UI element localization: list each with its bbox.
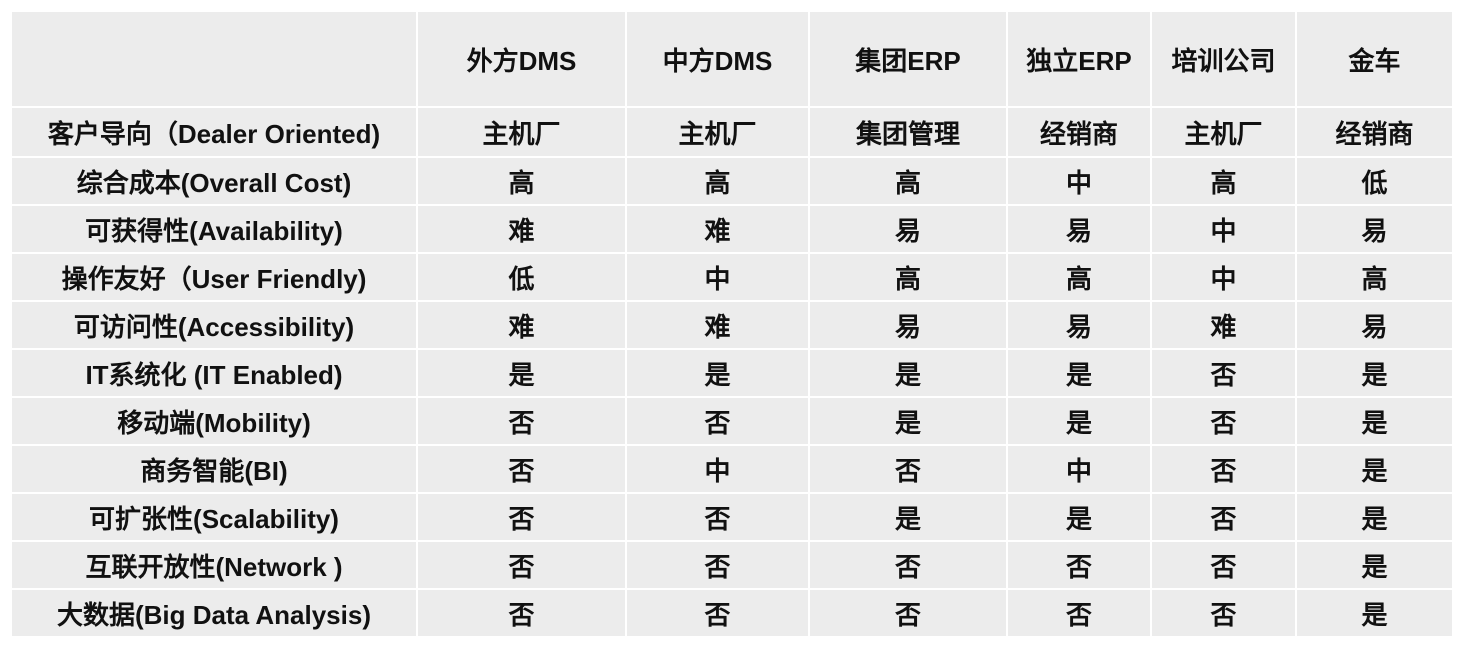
table-cell: 否 xyxy=(1008,542,1152,590)
table-cell: 否 xyxy=(1152,350,1297,398)
column-header: 外方DMS xyxy=(418,12,627,108)
table-cell: 否 xyxy=(418,446,627,494)
table-cell: 易 xyxy=(1008,206,1152,254)
table-cell: 难 xyxy=(1152,302,1297,350)
row-label: 综合成本(Overall Cost) xyxy=(12,158,418,206)
table-cell: 否 xyxy=(810,446,1008,494)
table-cell: 易 xyxy=(1297,302,1454,350)
table-cell: 是 xyxy=(1297,350,1454,398)
row-label: 操作友好（User Friendly) xyxy=(12,254,418,302)
table-cell: 高 xyxy=(627,158,810,206)
table-row: 客户导向（Dealer Oriented) 主机厂 主机厂 集团管理 经销商 主… xyxy=(12,108,1454,158)
table-cell: 经销商 xyxy=(1297,108,1454,158)
table-cell: 易 xyxy=(1008,302,1152,350)
table-row: 大数据(Big Data Analysis) 否 否 否 否 否 是 xyxy=(12,590,1454,638)
table-cell: 是 xyxy=(810,350,1008,398)
table-row: 商务智能(BI) 否 中 否 中 否 是 xyxy=(12,446,1454,494)
table-cell: 是 xyxy=(1297,446,1454,494)
table-cell: 是 xyxy=(810,398,1008,446)
table-row: 综合成本(Overall Cost) 高 高 高 中 高 低 xyxy=(12,158,1454,206)
column-header: 集团ERP xyxy=(810,12,1008,108)
table-row: 移动端(Mobility) 否 否 是 是 否 是 xyxy=(12,398,1454,446)
table-cell: 集团管理 xyxy=(810,108,1008,158)
row-label: 商务智能(BI) xyxy=(12,446,418,494)
row-label: 移动端(Mobility) xyxy=(12,398,418,446)
table-cell: 低 xyxy=(418,254,627,302)
table-cell: 主机厂 xyxy=(627,108,810,158)
row-label: 大数据(Big Data Analysis) xyxy=(12,590,418,638)
table-cell: 是 xyxy=(1297,494,1454,542)
table-cell: 是 xyxy=(810,494,1008,542)
table-row: 互联开放性(Network ) 否 否 否 否 否 是 xyxy=(12,542,1454,590)
table-cell: 否 xyxy=(1152,494,1297,542)
table-cell: 中 xyxy=(1008,158,1152,206)
comparison-table-container: 外方DMS 中方DMS 集团ERP 独立ERP 培训公司 金车 客户导向（Dea… xyxy=(12,12,1454,638)
header-corner xyxy=(12,12,418,108)
table-cell: 否 xyxy=(418,590,627,638)
table-cell: 高 xyxy=(1008,254,1152,302)
row-label: 可获得性(Availability) xyxy=(12,206,418,254)
table-cell: 否 xyxy=(627,590,810,638)
table-cell: 中 xyxy=(1152,206,1297,254)
table-cell: 是 xyxy=(418,350,627,398)
table-cell: 否 xyxy=(810,542,1008,590)
table-cell: 是 xyxy=(1008,494,1152,542)
table-cell: 是 xyxy=(1008,350,1152,398)
table-cell: 易 xyxy=(810,302,1008,350)
table-row: IT系统化 (IT Enabled) 是 是 是 是 否 是 xyxy=(12,350,1454,398)
table-cell: 否 xyxy=(418,494,627,542)
header-row: 外方DMS 中方DMS 集团ERP 独立ERP 培训公司 金车 xyxy=(12,12,1454,108)
row-label: 可访问性(Accessibility) xyxy=(12,302,418,350)
table-cell: 易 xyxy=(1297,206,1454,254)
row-label: IT系统化 (IT Enabled) xyxy=(12,350,418,398)
table-cell: 主机厂 xyxy=(418,108,627,158)
table-cell: 否 xyxy=(627,542,810,590)
table-cell: 否 xyxy=(418,398,627,446)
table-cell: 否 xyxy=(627,398,810,446)
table-cell: 否 xyxy=(1152,590,1297,638)
table-cell: 难 xyxy=(418,206,627,254)
table-cell: 高 xyxy=(418,158,627,206)
row-label: 互联开放性(Network ) xyxy=(12,542,418,590)
table-cell: 经销商 xyxy=(1008,108,1152,158)
table-cell: 否 xyxy=(1152,542,1297,590)
table-row: 操作友好（User Friendly) 低 中 高 高 中 高 xyxy=(12,254,1454,302)
row-label: 客户导向（Dealer Oriented) xyxy=(12,108,418,158)
table-cell: 否 xyxy=(1008,590,1152,638)
table-row: 可获得性(Availability) 难 难 易 易 中 易 xyxy=(12,206,1454,254)
column-header: 中方DMS xyxy=(627,12,810,108)
table-cell: 主机厂 xyxy=(1152,108,1297,158)
table-cell: 否 xyxy=(627,494,810,542)
row-label: 可扩张性(Scalability) xyxy=(12,494,418,542)
table-cell: 中 xyxy=(627,446,810,494)
table-cell: 是 xyxy=(1297,542,1454,590)
table-cell: 是 xyxy=(1297,590,1454,638)
table-cell: 高 xyxy=(810,254,1008,302)
column-header: 金车 xyxy=(1297,12,1454,108)
table-cell: 否 xyxy=(418,542,627,590)
table-cell: 难 xyxy=(627,206,810,254)
table-cell: 是 xyxy=(1008,398,1152,446)
column-header: 培训公司 xyxy=(1152,12,1297,108)
table-cell: 否 xyxy=(1152,398,1297,446)
table-row: 可扩张性(Scalability) 否 否 是 是 否 是 xyxy=(12,494,1454,542)
table-cell: 是 xyxy=(627,350,810,398)
table-cell: 低 xyxy=(1297,158,1454,206)
table-cell: 中 xyxy=(1008,446,1152,494)
table-cell: 高 xyxy=(1297,254,1454,302)
table-cell: 难 xyxy=(418,302,627,350)
column-header: 独立ERP xyxy=(1008,12,1152,108)
table-cell: 否 xyxy=(1152,446,1297,494)
table-row: 可访问性(Accessibility) 难 难 易 易 难 易 xyxy=(12,302,1454,350)
table-cell: 难 xyxy=(627,302,810,350)
comparison-table: 外方DMS 中方DMS 集团ERP 独立ERP 培训公司 金车 客户导向（Dea… xyxy=(12,12,1454,638)
table-cell: 高 xyxy=(1152,158,1297,206)
table-cell: 是 xyxy=(1297,398,1454,446)
table-cell: 易 xyxy=(810,206,1008,254)
table-cell: 中 xyxy=(627,254,810,302)
table-cell: 否 xyxy=(810,590,1008,638)
table-cell: 中 xyxy=(1152,254,1297,302)
table-cell: 高 xyxy=(810,158,1008,206)
